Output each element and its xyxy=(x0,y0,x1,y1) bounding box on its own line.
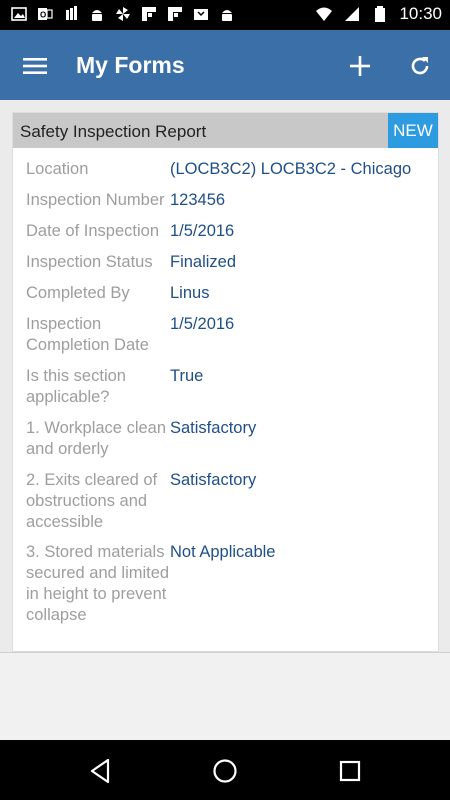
sim-icon xyxy=(62,5,80,23)
field-label: Date of Inspection xyxy=(26,222,159,240)
field-row: 1. Workplace clean and orderly Satisfact… xyxy=(13,418,438,470)
field-label: Completed By xyxy=(26,284,130,302)
form-card[interactable]: Safety Inspection Report NEW Location (L… xyxy=(12,112,439,652)
menu-icon[interactable] xyxy=(18,52,52,80)
wifi-icon xyxy=(315,5,333,23)
field-value: 1/5/2016 xyxy=(170,222,235,240)
forms-list: Safety Inspection Report NEW Location (L… xyxy=(0,100,450,653)
field-row: Inspection Status Finalized xyxy=(13,252,438,283)
field-label: Is this section applicable? xyxy=(26,367,126,406)
field-row: Date of Inspection 1/5/2016 xyxy=(13,221,438,252)
back-icon xyxy=(88,758,112,784)
android-icon xyxy=(88,5,106,23)
system-icons: 10:30 xyxy=(315,4,442,24)
form-card-header: Safety Inspection Report NEW xyxy=(13,113,438,148)
flipboard-icon xyxy=(140,5,158,23)
field-row: Completed By Linus xyxy=(13,283,438,314)
svg-text:O: O xyxy=(40,11,46,20)
field-row: Location (LOCB3C2) LOCB3C2 - Chicago xyxy=(13,159,438,190)
clock: 10:30 xyxy=(399,4,442,23)
field-value: Satisfactory xyxy=(170,471,257,489)
field-value: (LOCB3C2) LOCB3C2 - Chicago xyxy=(170,160,412,178)
app-bar: My Forms xyxy=(0,30,450,100)
field-value: 123456 xyxy=(170,191,226,209)
field-label: 1. Workplace clean and orderly xyxy=(26,419,167,458)
home-button[interactable] xyxy=(210,756,240,786)
refresh-button[interactable] xyxy=(404,50,436,82)
field-row: 3. Stored materials secured and limited … xyxy=(13,542,438,636)
recents-button[interactable] xyxy=(335,756,365,786)
android-icon xyxy=(218,5,236,23)
field-value: 1/5/2016 xyxy=(170,315,235,333)
page-title: My Forms xyxy=(76,52,185,78)
gallery-icon xyxy=(10,5,28,23)
notification-icons: O xyxy=(10,5,236,23)
home-icon xyxy=(212,758,238,784)
field-label: 2. Exits cleared of obstructions and acc… xyxy=(26,471,158,531)
add-form-button[interactable] xyxy=(344,50,376,82)
form-fields: Location (LOCB3C2) LOCB3C2 - Chicago Ins… xyxy=(13,159,438,636)
pinwheel-icon xyxy=(114,5,132,23)
navigation-bar xyxy=(0,740,450,800)
field-value: Finalized xyxy=(170,253,237,271)
field-value: Not Applicable xyxy=(170,543,276,561)
field-label: Inspection Status xyxy=(26,253,153,271)
status-bar: O 10:30 xyxy=(0,0,450,30)
field-label: Inspection Number xyxy=(26,191,165,209)
form-title: Safety Inspection Report xyxy=(20,122,207,141)
field-value: Satisfactory xyxy=(170,419,257,437)
recents-icon xyxy=(339,760,361,782)
field-label: 3. Stored materials secured and limited … xyxy=(26,543,170,624)
plus-icon xyxy=(349,55,371,77)
status-badge: NEW xyxy=(388,113,438,148)
field-label: Inspection Completion Date xyxy=(26,315,149,354)
signal-icon xyxy=(343,5,361,23)
flipboard-icon xyxy=(166,5,184,23)
battery-icon xyxy=(371,5,389,23)
field-row: Is this section applicable? True xyxy=(13,366,438,418)
outlook-icon: O xyxy=(36,5,54,23)
field-value: True xyxy=(170,367,204,385)
refresh-icon xyxy=(408,54,432,78)
field-value: Linus xyxy=(170,284,210,302)
back-button[interactable] xyxy=(85,756,115,786)
field-row: Inspection Completion Date 1/5/2016 xyxy=(13,314,438,366)
field-label: Location xyxy=(26,160,89,178)
field-row: 2. Exits cleared of obstructions and acc… xyxy=(13,470,438,542)
inbox-icon xyxy=(192,5,210,23)
field-row: Inspection Number 123456 xyxy=(13,190,438,221)
